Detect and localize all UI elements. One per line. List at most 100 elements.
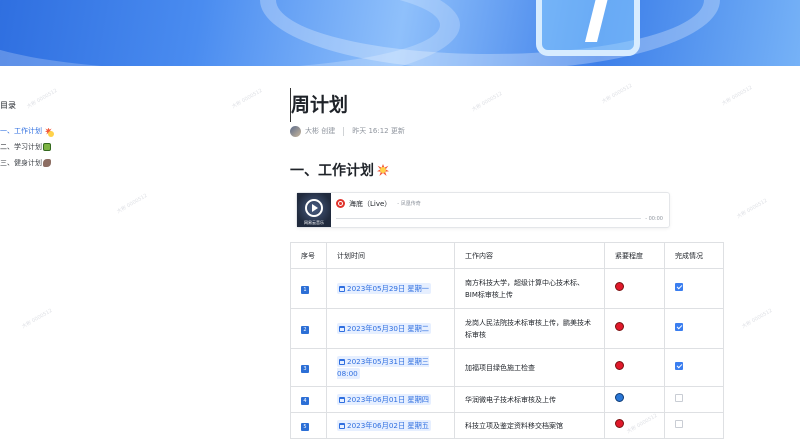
row-number-cell: 1 [290, 268, 327, 309]
status-cell [664, 268, 724, 309]
urgency-cell [604, 386, 665, 413]
row-number-cell: 5 [290, 412, 327, 439]
done-checkbox[interactable] [675, 393, 683, 402]
status-cell [664, 412, 724, 439]
row-number-cell: 3 [290, 348, 327, 387]
content-cell: 华润微电子技术标审核及上传 [454, 386, 605, 413]
play-icon[interactable] [305, 199, 323, 217]
section-heading: 一、工作计划 [290, 160, 730, 180]
watermark: 大彬 0000512 [736, 197, 769, 220]
column-header: 计划时间 [326, 242, 455, 269]
done-checkbox[interactable] [675, 361, 683, 370]
urgency-cell [604, 268, 665, 309]
content-cell: 加福项目绿色施工检查 [454, 348, 605, 387]
calendar-icon [339, 325, 345, 332]
music-card[interactable]: 网易云音乐 海底（Live） - 凤凰传奇 - 00:00 [296, 192, 670, 228]
avatar[interactable] [290, 125, 301, 137]
date-text: 2023年05月31日 星期三 08:00 [337, 356, 429, 378]
running-emoji-icon [43, 159, 51, 167]
updated-text: 昨天 16:12 更新 [352, 127, 405, 135]
toc-item-study-plan[interactable]: 二、学习计划 [0, 139, 180, 155]
notebook-emoji-icon [43, 143, 51, 151]
urgency-red-icon [615, 282, 624, 291]
table-row: 2 2023年05月30日 星期二 龙岗人民法院技术标审核上传，鹏美技术标审核 [290, 308, 724, 349]
doc-meta: 大彬 创建 昨天 16:12 更新 [290, 124, 730, 138]
banner-glyph-icon [536, 0, 640, 56]
watermark: 大彬 0000512 [21, 307, 54, 330]
collision-emoji-icon [44, 127, 54, 137]
divider [343, 126, 345, 136]
watermark: 大彬 0000512 [116, 192, 149, 215]
done-checkbox[interactable] [675, 282, 683, 291]
toc-item-work-plan[interactable]: 一、工作计划 [0, 123, 180, 139]
work-plan-table: 序号 计划时间 工作内容 紧要程度 完成情况 1 2023年05月29日 星期一 南… [290, 242, 724, 439]
date-chip[interactable]: 2023年05月29日 星期一 [337, 282, 431, 294]
toc-item-label: 二、学习计划 [0, 143, 42, 151]
column-header: 序号 [290, 242, 327, 269]
urgency-cell [604, 308, 665, 349]
document-body: 周计划 大彬 创建 昨天 16:12 更新 一、工作计划 网易云音乐 海底（Li… [290, 88, 730, 439]
urgency-cell [604, 412, 665, 439]
watermark: 大彬 0000512 [741, 307, 774, 330]
calendar-icon [339, 285, 345, 292]
table-row: 4 2023年06月01日 星期四 华润微电子技术标审核及上传 [290, 386, 724, 413]
date-text: 2023年06月01日 星期四 [347, 394, 429, 404]
row-number-cell: 2 [290, 308, 327, 349]
row-number: 5 [301, 422, 309, 431]
urgency-red-icon [615, 419, 624, 428]
section-heading-text: 一、工作计划 [290, 163, 374, 179]
date-chip[interactable]: 2023年06月02日 星期五 [337, 419, 431, 431]
date-text: 2023年05月29日 星期一 [347, 283, 429, 293]
date-text: 2023年05月30日 星期二 [347, 323, 429, 333]
date-chip[interactable]: 2023年06月01日 星期四 [337, 393, 431, 405]
date-cell: 2023年05月31日 星期三 08:00 [326, 348, 455, 387]
status-cell [664, 348, 724, 387]
column-header: 完成情况 [664, 242, 724, 269]
date-chip[interactable]: 2023年05月30日 星期二 [337, 322, 431, 334]
urgency-blue-icon [615, 393, 624, 402]
netease-music-icon [336, 199, 345, 208]
date-text: 2023年06月02日 星期五 [347, 420, 429, 430]
column-header: 工作内容 [454, 242, 605, 269]
song-artist: - 凤凰传奇 [397, 201, 421, 207]
table-header-row: 序号 计划时间 工作内容 紧要程度 完成情况 [290, 242, 724, 269]
toc-item-label: 三、健身计划 [0, 159, 42, 167]
row-number: 1 [301, 285, 309, 294]
date-cell: 2023年06月02日 星期五 [326, 412, 455, 439]
row-number: 3 [301, 364, 309, 373]
date-chip[interactable]: 2023年05月31日 星期三 08:00 [337, 355, 429, 379]
album-cover: 网易云音乐 [297, 193, 331, 227]
urgency-cell [604, 348, 665, 387]
calendar-icon [339, 358, 345, 365]
progress-track[interactable] [336, 218, 642, 219]
table-row: 1 2023年05月29日 星期一 南方科技大学，超级计算中心技术标、BIM标审核上… [290, 268, 724, 309]
toc-title: 目录 [0, 101, 16, 110]
date-cell: 2023年05月29日 星期一 [326, 268, 455, 309]
done-checkbox[interactable] [675, 322, 683, 331]
watermark: 大彬 0000512 [231, 87, 264, 110]
play-time: - 00:00 [645, 215, 663, 222]
table-row: 5 2023年06月02日 星期五 科技立项及鉴定资料移交档案馆 [290, 412, 724, 439]
status-cell [664, 386, 724, 413]
table-row: 3 2023年05月31日 星期三 08:00 加福项目绿色施工检查 [290, 348, 724, 387]
content-cell: 科技立项及鉴定资料移交档案馆 [454, 412, 605, 439]
toc-item-fitness-plan[interactable]: 三、健身计划 [0, 155, 180, 171]
cover-caption: 网易云音乐 [304, 220, 324, 225]
collision-emoji-icon [376, 163, 390, 177]
cover-banner [0, 0, 800, 66]
row-number: 4 [301, 396, 309, 405]
author-text: 大彬 创建 [305, 127, 336, 135]
done-checkbox[interactable] [675, 419, 683, 428]
calendar-icon [339, 422, 345, 429]
toc-item-label: 一、工作计划 [0, 127, 42, 135]
calendar-icon [339, 396, 345, 403]
page-title[interactable]: 周计划 [290, 88, 730, 122]
content-cell: 南方科技大学，超级计算中心技术标、BIM标审核上传 [454, 268, 605, 309]
table-of-contents: 目录 一、工作计划 二、学习计划 三、健身计划 [0, 100, 180, 171]
content-cell: 龙岗人民法院技术标审核上传，鹏美技术标审核 [454, 308, 605, 349]
urgency-red-icon [615, 322, 624, 331]
status-cell [664, 308, 724, 349]
urgency-red-icon [615, 361, 624, 370]
row-number-cell: 4 [290, 386, 327, 413]
date-cell: 2023年06月01日 星期四 [326, 386, 455, 413]
